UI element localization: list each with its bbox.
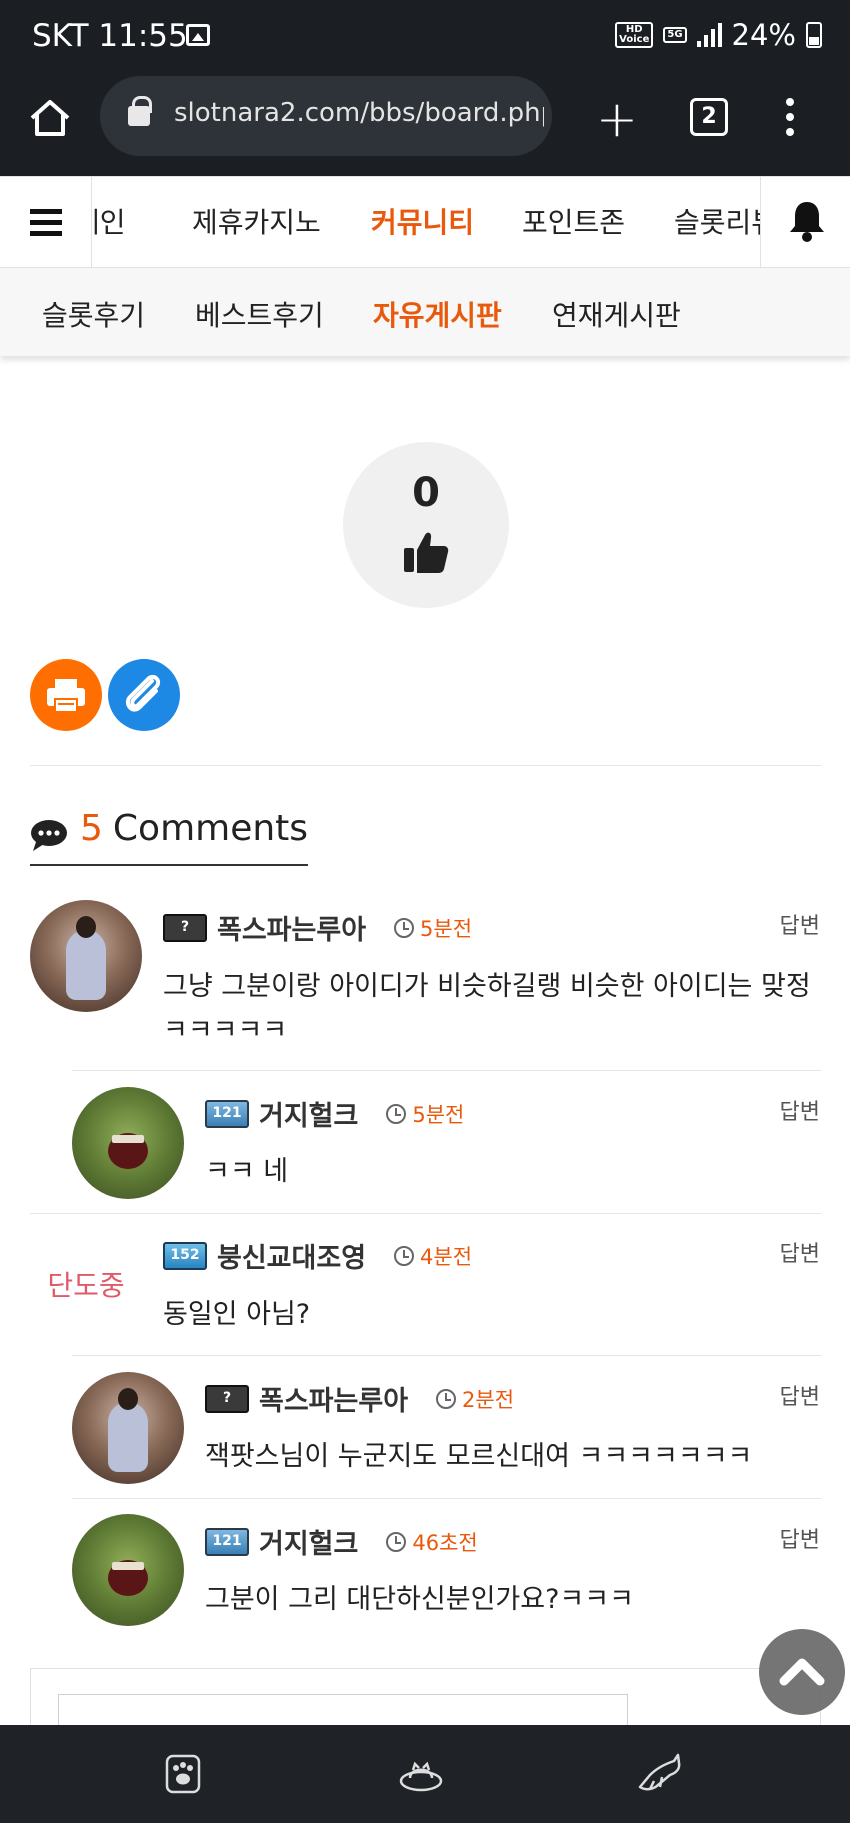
carrier-time: SKT 11:55 xyxy=(32,18,188,54)
comment-bubble-icon xyxy=(31,820,67,851)
avatar[interactable] xyxy=(72,1372,184,1484)
level-badge-icon: 121 xyxy=(205,1527,249,1556)
subnav-best-review[interactable]: 베스트후기 xyxy=(195,294,324,334)
lock-icon xyxy=(128,96,152,126)
comment-time: 46초전 xyxy=(386,1527,478,1557)
level-badge-icon: ? xyxy=(205,1384,249,1413)
status-bar: SKT 11:55 HD Voice 5G 24% xyxy=(0,0,850,72)
thumbs-up-icon xyxy=(404,532,449,573)
comment-meta: 121 거지헐크 5분전 xyxy=(205,1094,464,1133)
browser-toolbar: slotnara2.com/bbs/board.php? + 2 xyxy=(0,72,850,176)
like-button[interactable]: 0 xyxy=(343,442,509,608)
paw-icon[interactable] xyxy=(160,1751,206,1797)
comments-count: 5 xyxy=(80,808,103,849)
clock-icon xyxy=(386,1103,407,1124)
comment-author[interactable]: 폭스파는루아 xyxy=(259,1379,408,1418)
main-nav-items: 메인 제휴카지노 커뮤니티 포인트존 슬롯리뷰 xyxy=(92,177,760,267)
print-icon xyxy=(47,679,85,713)
comment-divider xyxy=(30,1213,821,1214)
comment-author[interactable]: 폭스파는루아 xyxy=(217,908,366,947)
attachment-button[interactable] xyxy=(108,659,180,731)
comment-text: ㅋㅋ 네 xyxy=(205,1156,289,1187)
bottom-nav xyxy=(0,1725,850,1823)
reply-button[interactable]: 답변 xyxy=(780,1379,820,1411)
comment-divider xyxy=(72,1498,821,1499)
status-indicators: HD Voice 5G 24% xyxy=(615,18,822,52)
comment-divider xyxy=(72,1070,821,1071)
hamburger-menu-icon[interactable] xyxy=(0,177,92,267)
cat-bed-icon[interactable] xyxy=(398,1751,444,1797)
gallery-notification-icon xyxy=(186,24,210,46)
level-badge-icon: 152 xyxy=(163,1241,207,1270)
comment-meta: ? 폭스파는루아 2분전 xyxy=(205,1379,514,1418)
paperclip-icon xyxy=(125,674,161,712)
comments-header: 5 Comments xyxy=(30,808,309,866)
nav-item-casino[interactable]: 제휴카지노 xyxy=(192,201,321,241)
url-text[interactable]: slotnara2.com/bbs/board.php? xyxy=(174,98,544,128)
avatar[interactable]: 단도중 xyxy=(30,1228,142,1340)
battery-icon xyxy=(806,22,822,48)
page: SKT 11:55 HD Voice 5G 24% slotnara2.com/b… xyxy=(0,0,850,1823)
sub-nav: 슬롯후기 베스트후기 자유게시판 연재게시판 xyxy=(0,268,850,356)
new-tab-button[interactable]: + xyxy=(596,94,638,144)
comments-label: Comments xyxy=(112,808,309,849)
divider xyxy=(30,765,821,766)
comment-time: 5분전 xyxy=(394,913,472,943)
subnav-free-board[interactable]: 자유게시판 xyxy=(373,294,502,334)
comment-meta: 152 붕신교대조영 4분전 xyxy=(163,1236,472,1275)
clock-icon xyxy=(394,1245,415,1266)
clock-icon xyxy=(436,1388,457,1409)
nav-item-community[interactable]: 커뮤니티 xyxy=(371,201,474,241)
comment-text: 잭팟스님이 누군지도 모르신대여 ㅋㅋㅋㅋㅋㅋㅋ xyxy=(205,1441,753,1472)
level-badge-icon: ? xyxy=(163,913,207,942)
subnav-serial-board[interactable]: 연재게시판 xyxy=(552,294,681,334)
bell-icon xyxy=(790,202,824,242)
nav-item-point-zone[interactable]: 포인트존 xyxy=(522,201,625,241)
comment-author[interactable]: 붕신교대조영 xyxy=(217,1236,366,1275)
hd-voice-icon: HD Voice xyxy=(615,22,654,48)
comment-time: 4분전 xyxy=(394,1241,472,1271)
comment-meta: ? 폭스파는루아 5분전 xyxy=(163,908,472,947)
like-count: 0 xyxy=(412,470,440,516)
reply-button[interactable]: 답변 xyxy=(780,1094,820,1126)
comment-text: 그냥 그분이랑 아이디가 비슷하길랭 비슷한 아이디는 맞정 ㅋㅋㅋㅋㅋ xyxy=(163,971,811,1046)
home-icon[interactable] xyxy=(28,96,72,140)
nav-item-slot-review[interactable]: 슬롯리뷰 xyxy=(674,201,760,241)
main-nav: 메인 제휴카지노 커뮤니티 포인트존 슬롯리뷰 xyxy=(0,176,850,268)
reply-button[interactable]: 답변 xyxy=(780,1522,820,1554)
tab-switcher-button[interactable]: 2 xyxy=(690,98,728,136)
nav-item-main[interactable]: 메인 xyxy=(92,201,126,241)
notification-button[interactable] xyxy=(760,177,850,267)
chevron-up-icon xyxy=(779,1658,825,1686)
scroll-to-top-button[interactable] xyxy=(759,1629,845,1715)
comment-text: 동일인 아님? xyxy=(163,1299,311,1330)
comment-author[interactable]: 거지헐크 xyxy=(259,1522,358,1561)
address-bar[interactable]: slotnara2.com/bbs/board.php? xyxy=(100,76,552,156)
avatar[interactable] xyxy=(72,1514,184,1626)
comment-time: 2분전 xyxy=(436,1384,514,1414)
reply-button[interactable]: 답변 xyxy=(780,1236,820,1268)
comment-meta: 121 거지헐크 46초전 xyxy=(205,1522,478,1561)
signal-icon xyxy=(696,23,722,47)
level-badge-icon: 121 xyxy=(205,1099,249,1128)
cat-icon[interactable] xyxy=(636,1751,682,1797)
avatar[interactable] xyxy=(30,900,142,1012)
comment-divider xyxy=(72,1355,821,1356)
print-button[interactable] xyxy=(30,659,102,731)
comment-text: 그분이 그리 대단하신분인가요?ㅋㅋㅋ xyxy=(205,1584,634,1615)
battery-percent: 24% xyxy=(731,18,796,52)
clock-icon xyxy=(386,1531,407,1552)
avatar[interactable] xyxy=(72,1087,184,1199)
comment-author[interactable]: 거지헐크 xyxy=(259,1094,358,1133)
clock-icon xyxy=(394,917,415,938)
comment-time: 5분전 xyxy=(386,1099,464,1129)
network-5g-icon: 5G xyxy=(663,27,687,43)
more-menu-icon[interactable] xyxy=(786,98,796,143)
subnav-slot-review[interactable]: 슬롯후기 xyxy=(42,294,145,334)
reply-button[interactable]: 답변 xyxy=(780,908,820,940)
